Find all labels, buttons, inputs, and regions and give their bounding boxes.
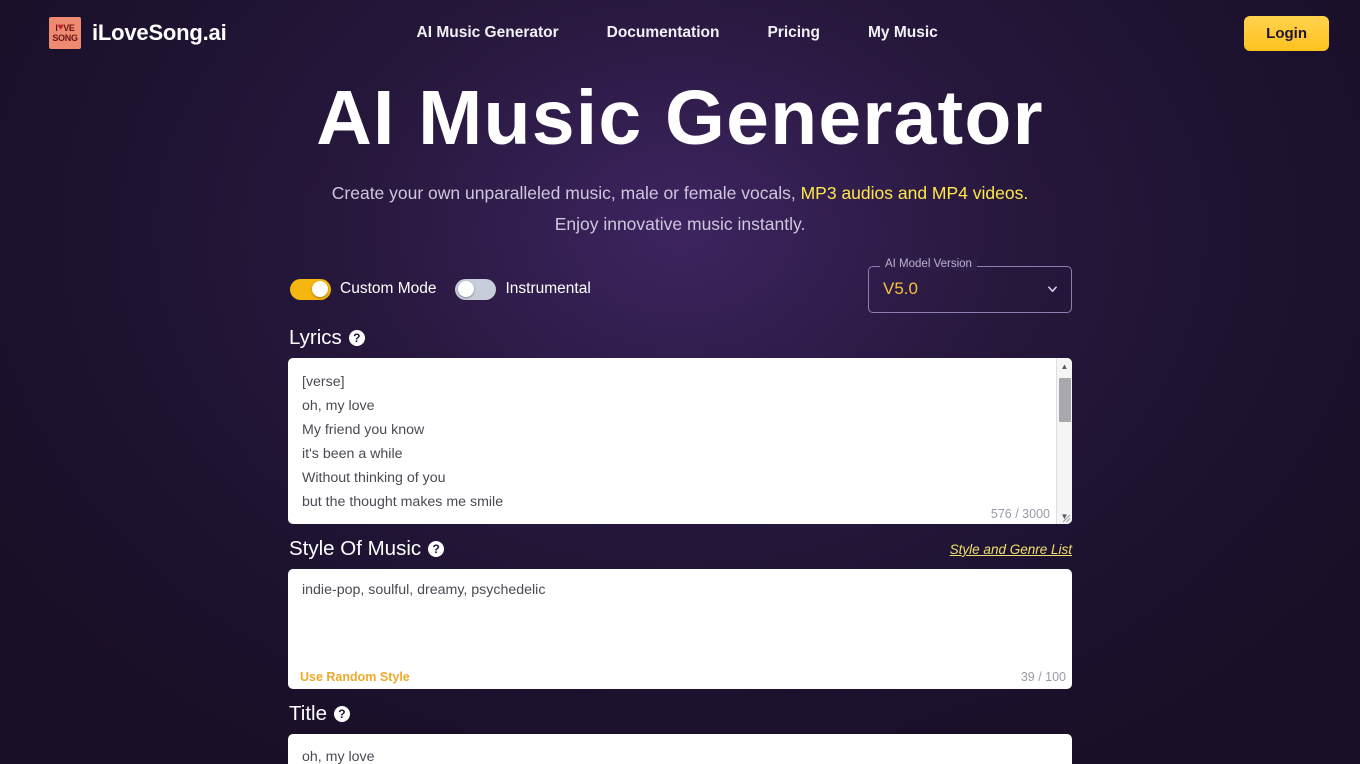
site-header: I ♥ VE SONG iLoveSong.ai AI Music Generato… [0,0,1360,66]
style-label: Style Of Music [289,537,422,561]
logo-text-ve: VE [63,22,75,33]
style-label-group: Style Of Music ? [288,537,445,561]
hero-subtitle-line2: Enjoy innovative music instantly. [554,214,806,235]
hero-subtitle: Create your own unparalleled music, male… [0,178,1360,240]
use-random-style-button[interactable]: Use Random Style [300,670,410,684]
toggle-group-container: Custom Mode Instrumental [288,278,591,300]
nav-item-ai-music-generator[interactable]: AI Music Generator [417,24,559,42]
lyrics-label: Lyrics [289,326,342,350]
ilovesong-logo-icon: I ♥ VE SONG [49,17,81,49]
title-input-container[interactable]: oh, my love [288,734,1072,764]
style-label-row: Style Of Music ? Style and Genre List [288,537,1072,561]
custom-mode-control: Custom Mode [290,278,437,300]
logo-text-song: SONG [52,33,78,43]
title-label: Title [289,702,327,726]
custom-mode-label: Custom Mode [340,280,437,298]
scroll-up-icon[interactable]: ▲ [1057,358,1073,374]
title-label-row: Title ? [288,702,1072,726]
ai-model-version-select[interactable]: AI Model Version V5.0 [868,258,1072,313]
page-root: I ♥ VE SONG iLoveSong.ai AI Music Generato… [0,0,1360,764]
lyrics-char-counter: 576 / 3000 [990,507,1050,522]
hero-subtitle-text: Create your own unparalleled music, male… [331,183,801,204]
hero-subtitle-highlight: MP3 audios and MP4 videos. [800,183,1029,204]
title-input[interactable]: oh, my love [288,734,1072,764]
hero-section: AI Music Generator Create your own unpar… [0,75,1360,240]
hero-subtitle-line1: Create your own unparalleled music, male… [0,178,1360,209]
chevron-down-icon [1048,286,1057,293]
instrumental-control: Instrumental [455,278,591,300]
lyrics-scrollbar-thumb[interactable] [1059,378,1071,423]
lyrics-label-row: Lyrics ? [288,326,1072,350]
instrumental-label: Instrumental [505,280,591,298]
custom-mode-toggle-knob [312,281,328,298]
lyrics-textarea-container[interactable]: [verse] oh, my love My friend you know i… [288,358,1073,525]
nav-item-my-music[interactable]: My Music [868,24,938,42]
ai-model-version-legend: AI Model Version [880,258,977,271]
login-button[interactable]: Login [1244,15,1329,51]
style-textarea-container[interactable]: indie-pop, soulful, dreamy, psychedelic … [288,569,1072,690]
instrumental-toggle-knob [458,281,475,298]
lyrics-scrollbar-track[interactable] [1057,374,1072,508]
resize-grip-icon[interactable] [1061,513,1071,523]
lyrics-input[interactable]: [verse] oh, my love My friend you know i… [288,358,1072,524]
generator-form: Custom Mode Instrumental AI Model Versio… [288,258,1073,764]
brand-name: iLoveSong.ai [92,20,227,45]
form-options-row: Custom Mode Instrumental AI Model Versio… [288,258,1072,316]
instrumental-toggle[interactable] [455,278,497,300]
ai-model-version-value: V5.0 [883,279,918,299]
style-char-counter: 39 / 100 [1020,670,1066,685]
page-title: AI Music Generator [316,75,1044,161]
nav-item-documentation[interactable]: Documentation [607,24,720,42]
style-help-icon[interactable]: ? [428,541,445,558]
lyrics-scrollbar[interactable]: ▲ ▼ [1056,358,1073,525]
brand-logo-link[interactable]: I ♥ VE SONG iLoveSong.ai [49,17,227,49]
lyrics-help-icon[interactable]: ? [348,330,365,347]
nav-item-pricing[interactable]: Pricing [767,24,820,42]
custom-mode-toggle[interactable] [290,278,331,300]
main-nav: AI Music Generator Documentation Pricing… [417,24,938,42]
style-and-genre-list-link[interactable]: Style and Genre List [950,542,1072,557]
title-help-icon[interactable]: ? [333,706,350,723]
